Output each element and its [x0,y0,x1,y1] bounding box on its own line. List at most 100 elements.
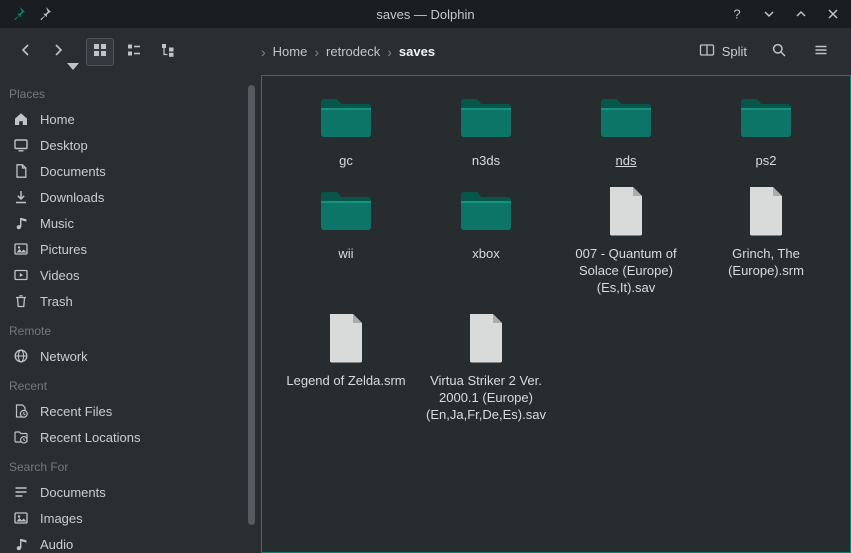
sidebar-item-desktop[interactable]: Desktop [0,132,261,158]
file-icon [607,183,645,239]
file-007-quantum-of-solace[interactable]: 007 - Quantum of Solace (Europe) (Es,It)… [556,183,696,296]
sidebar-item-pictures[interactable]: Pictures [0,236,261,262]
places-panel: Places Home Desktop Documents Downloads [0,75,261,553]
section-remote: Remote Network [0,318,261,369]
view-mode-buttons [86,38,182,66]
folder-view: gc n3ds nds ps2 wii [261,75,851,553]
close-button[interactable] [825,6,841,22]
folder-gc[interactable]: gc [276,90,416,169]
search-icon [771,42,787,61]
sidebar-item-search-audio[interactable]: Audio [0,531,261,553]
details-view-button[interactable] [120,38,148,66]
maximize-button[interactable] [793,6,809,22]
home-icon [13,111,29,127]
folder-icon [739,90,793,146]
search-audio-icon [13,536,29,552]
folder-wii[interactable]: wii [276,183,416,296]
details-view-icon [126,42,142,61]
tree-view-button[interactable] [154,38,182,66]
folder-ps2[interactable]: ps2 [696,90,836,169]
section-search-for: Search For Documents Images Audio [0,454,261,553]
search-images-icon [13,510,29,526]
folder-icon [459,183,513,239]
folder-n3ds[interactable]: n3ds [416,90,556,169]
item-name: wii [338,245,353,262]
window-title: saves — Dolphin [0,7,851,22]
search-button[interactable] [765,38,793,66]
file-icon [327,310,365,366]
folder-nds[interactable]: nds [556,90,696,169]
recent-files-icon [13,403,29,419]
file-legend-of-zelda[interactable]: Legend of Zelda.srm [276,310,416,423]
section-places: Places Home Desktop Documents Downloads [0,81,261,314]
sidebar-item-recent-locations[interactable]: Recent Locations [0,424,261,450]
help-button[interactable]: ? [729,6,745,22]
recent-locations-icon [13,429,29,445]
file-grinch-the[interactable]: Grinch, The (Europe).srm [696,183,836,296]
item-name: n3ds [472,152,500,169]
sidebar-item-home[interactable]: Home [0,106,261,132]
forward-button[interactable] [44,38,72,66]
breadcrumb-saves[interactable]: saves [394,41,440,62]
breadcrumb-chevron-icon: › [260,45,267,59]
dolphin-window: saves — Dolphin ? [0,0,851,553]
breadcrumb-chevron-icon: › [386,45,393,59]
pictures-icon [13,241,29,257]
folder-xbox[interactable]: xbox [416,183,556,296]
item-name: gc [339,152,353,169]
split-label: Split [722,44,747,59]
file-virtua-striker-2[interactable]: Virtua Striker 2 Ver. 2000.1 (Europe) (E… [416,310,556,423]
forward-icon [50,42,66,61]
sidebar-item-downloads[interactable]: Downloads [0,184,261,210]
sidebar-item-search-documents[interactable]: Documents [0,479,261,505]
sidebar-item-label: Recent Locations [40,430,140,445]
network-icon [13,348,29,364]
breadcrumb: › Home › retrodeck › saves [182,41,695,62]
item-name: 007 - Quantum of Solace (Europe) (Es,It)… [565,245,687,296]
section-header: Recent [0,373,261,398]
icons-view-button[interactable] [86,38,114,66]
sidebar-scrollbar[interactable] [248,85,255,525]
breadcrumb-chevron-icon: › [313,45,320,59]
sidebar-item-label: Network [40,349,88,364]
file-grid: gc n3ds nds ps2 wii [276,90,850,437]
sidebar-item-label: Audio [40,537,73,552]
sidebar-item-recent-files[interactable]: Recent Files [0,398,261,424]
section-recent: Recent Recent Files Recent Locations [0,373,261,450]
sidebar-item-label: Documents [40,164,106,179]
sidebar-item-network[interactable]: Network [0,343,261,369]
sidebar-item-search-images[interactable]: Images [0,505,261,531]
folder-icon [599,90,653,146]
item-name: nds [616,152,637,169]
hamburger-menu-button[interactable] [807,38,835,66]
breadcrumb-home[interactable]: Home [268,41,313,62]
sidebar-item-label: Videos [40,268,80,283]
titlebar-pins [10,6,52,22]
sidebar-item-videos[interactable]: Videos [0,262,261,288]
sidebar-item-label: Downloads [40,190,104,205]
icons-view-icon [92,42,108,61]
sidebar-item-label: Home [40,112,75,127]
videos-icon [13,267,29,283]
content: Places Home Desktop Documents Downloads [0,75,851,553]
folder-icon [459,90,513,146]
breadcrumb-retrodeck[interactable]: retrodeck [321,41,385,62]
sidebar-item-label: Desktop [40,138,88,153]
sidebar-item-trash[interactable]: Trash [0,288,261,314]
forward-dropdown-icon[interactable] [65,58,73,66]
nav-buttons [12,38,72,66]
split-button[interactable]: Split [695,38,751,65]
sidebar-item-music[interactable]: Music [0,210,261,236]
toolbar: › Home › retrodeck › saves Split [0,28,851,75]
pin-icon[interactable] [36,6,52,22]
sidebar-item-documents[interactable]: Documents [0,158,261,184]
sidebar-item-label: Pictures [40,242,87,257]
folder-icon [319,90,373,146]
app-pin-icon[interactable] [10,6,26,22]
back-button[interactable] [12,38,40,66]
minimize-button[interactable] [761,6,777,22]
file-icon [747,183,785,239]
document-icon [13,163,29,179]
desktop-icon [13,137,29,153]
item-name: ps2 [756,152,777,169]
